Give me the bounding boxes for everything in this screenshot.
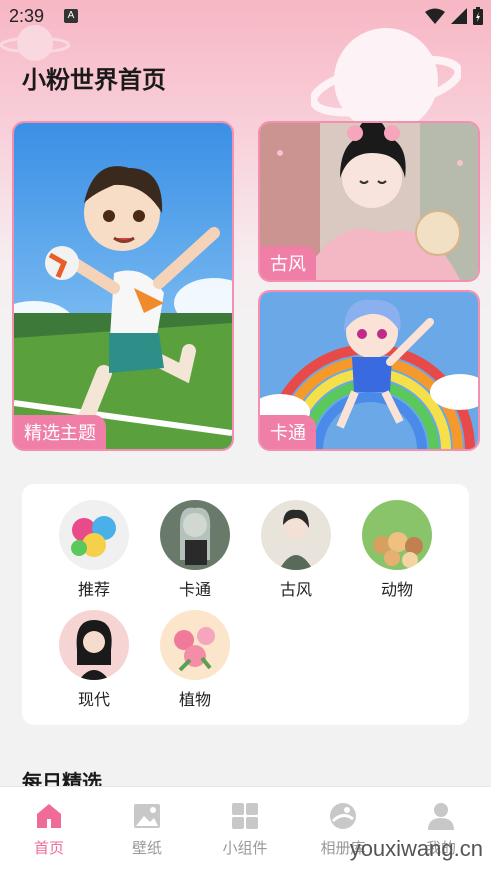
modern-thumbnail <box>59 610 129 680</box>
category-label: 动物 <box>380 580 413 599</box>
nav-wallpaper[interactable]: 壁纸 <box>107 801 187 858</box>
watermark-text: youxiwang.cn <box>349 836 483 861</box>
status-bar: 2:39 A <box>0 0 491 34</box>
image-icon <box>134 804 160 828</box>
category-label: 现代 <box>77 690 110 709</box>
nav-label: 小组件 <box>222 839 268 857</box>
status-time: 2:39 <box>9 6 45 26</box>
nav-label: 首页 <box>33 839 64 857</box>
category-label: 卡通 <box>178 580 211 599</box>
nav-home[interactable]: 首页 <box>9 801 89 858</box>
nav-widgets[interactable]: 小组件 <box>205 801 285 858</box>
recommend-thumbnail <box>59 500 129 570</box>
user-icon <box>428 803 454 830</box>
album-icon <box>330 803 356 829</box>
plant-thumbnail <box>160 610 230 680</box>
page-title: 小粉世界首页 <box>22 66 166 94</box>
notification-icon: A <box>64 9 78 23</box>
wifi-icon <box>425 8 445 24</box>
category-cartoon[interactable]: 卡通 <box>150 500 240 600</box>
category-recommend[interactable]: 推荐 <box>49 500 139 600</box>
category-modern[interactable]: 现代 <box>49 610 139 710</box>
signal-icon <box>451 8 467 24</box>
nav-label: 壁纸 <box>131 839 162 857</box>
grid-icon <box>232 803 258 829</box>
animal-thumbnail <box>362 500 432 570</box>
category-plant[interactable]: 植物 <box>150 610 240 710</box>
category-ancient[interactable]: 古风 <box>251 500 341 600</box>
cartoon-card[interactable]: 卡通 <box>258 290 480 451</box>
ancient-thumbnail <box>261 500 331 570</box>
category-animal[interactable]: 动物 <box>352 500 442 600</box>
featured-theme-card[interactable]: 精选主题 <box>12 121 234 451</box>
cartoon-tag: 卡通 <box>260 415 316 449</box>
featured-tag: 精选主题 <box>14 415 106 449</box>
home-icon <box>37 804 61 828</box>
cartoon-thumbnail <box>160 500 230 570</box>
category-panel: 推荐 卡通 古风 动物 现代 植物 <box>22 484 469 725</box>
category-label: 植物 <box>178 690 211 709</box>
soccer-boy-illustration <box>14 123 232 449</box>
battery-icon <box>473 7 483 25</box>
category-label: 古风 <box>279 580 312 599</box>
category-label: 推荐 <box>77 580 110 599</box>
ancient-style-card[interactable]: 古风 <box>258 121 480 282</box>
ancient-tag: 古风 <box>260 246 316 280</box>
